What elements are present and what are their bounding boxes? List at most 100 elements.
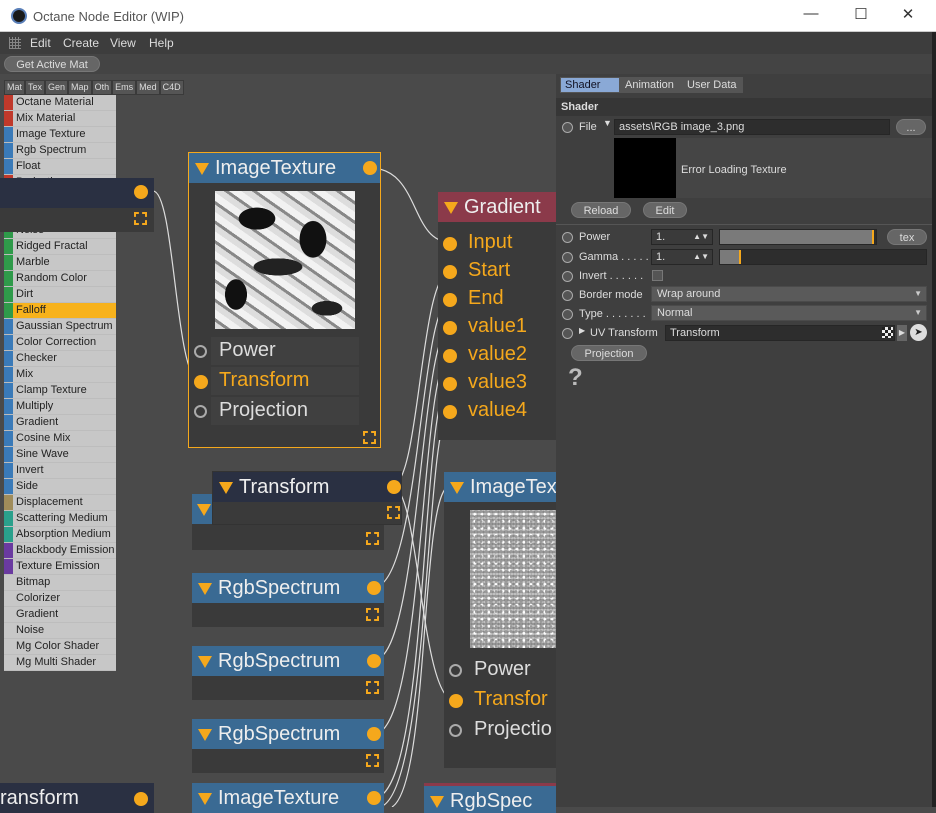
projection-pin[interactable] <box>449 724 462 737</box>
collapse-icon[interactable] <box>198 729 212 741</box>
node-list-item[interactable]: Float <box>4 159 116 175</box>
node-list-item[interactable]: Displacement <box>4 495 116 511</box>
expand-arrow-icon[interactable]: ▶ <box>579 326 585 335</box>
invert-checkbox[interactable] <box>652 270 663 281</box>
node-list-item[interactable]: Octane Material <box>4 95 116 111</box>
transform-pin[interactable] <box>194 375 208 389</box>
tab-gen[interactable]: Gen <box>45 80 69 95</box>
output-pin[interactable] <box>367 581 381 595</box>
collapse-icon[interactable] <box>198 583 212 595</box>
expand-icon[interactable] <box>366 532 379 545</box>
type-radio[interactable] <box>562 309 573 320</box>
rgb-spectrum-node[interactable]: RgbSpectrum <box>192 646 384 700</box>
value1-pin[interactable] <box>443 321 457 335</box>
node-list-item[interactable]: Noise <box>4 623 116 639</box>
collapse-icon[interactable] <box>195 163 209 175</box>
spinner-icon[interactable]: ▲▼ <box>693 250 709 264</box>
node-list-item[interactable]: Ridged Fractal <box>4 239 116 255</box>
transform-node[interactable]: Transform <box>212 471 402 525</box>
uv-transform-field[interactable]: Transform <box>665 325 895 341</box>
get-active-mat-button[interactable]: Get Active Mat <box>4 56 100 72</box>
output-pin[interactable] <box>367 727 381 741</box>
transform-node-left[interactable]: ransform <box>0 783 154 813</box>
power-pin[interactable] <box>194 345 207 358</box>
file-dropdown-icon[interactable]: ▼ <box>603 118 612 128</box>
reload-button[interactable]: Reload <box>571 202 631 218</box>
collapse-icon[interactable] <box>444 202 458 214</box>
power-radio[interactable] <box>562 232 573 243</box>
start-pin[interactable] <box>443 265 457 279</box>
node-list-item[interactable]: Mix Material <box>4 111 116 127</box>
node-list-item[interactable]: Blackbody Emission <box>4 543 116 559</box>
output-pin[interactable] <box>367 654 381 668</box>
file-path-field[interactable]: assets\RGB image_3.png <box>614 119 890 135</box>
node-list-item[interactable]: Rgb Spectrum <box>4 143 116 159</box>
pick-cursor-icon[interactable]: ➤ <box>910 324 927 341</box>
gamma-slider[interactable] <box>719 249 927 265</box>
tab-map[interactable]: Map <box>68 80 92 95</box>
expand-icon[interactable] <box>134 212 147 225</box>
grip-icon[interactable] <box>9 37 21 49</box>
uv-transform-radio[interactable] <box>562 328 573 339</box>
node-list-item[interactable]: Checker <box>4 351 116 367</box>
gamma-radio[interactable] <box>562 252 573 263</box>
node-list-item[interactable]: Random Color <box>4 271 116 287</box>
rgb-spectrum-node[interactable]: RgbSpectrum <box>192 573 384 627</box>
value2-pin[interactable] <box>443 349 457 363</box>
tab-mat[interactable]: Mat <box>4 80 26 95</box>
output-pin[interactable] <box>363 161 377 175</box>
node-list-item[interactable]: Scattering Medium <box>4 511 116 527</box>
gradient-node[interactable]: Gradient Input Start End value1 value2 v… <box>438 192 556 440</box>
node-list-item[interactable]: Gaussian Spectrum <box>4 319 116 335</box>
spinner-icon[interactable]: ▲▼ <box>693 230 709 244</box>
close-icon[interactable]: ✕ <box>893 5 923 23</box>
expand-icon[interactable] <box>387 506 400 519</box>
node-list-item[interactable]: Image Texture <box>4 127 116 143</box>
link-arrow-icon[interactable]: ▶ <box>897 325 907 341</box>
value3-pin[interactable] <box>443 377 457 391</box>
output-pin[interactable] <box>367 791 381 805</box>
collapse-icon[interactable] <box>430 796 444 808</box>
collapse-icon[interactable] <box>450 482 464 494</box>
tex-button[interactable]: tex <box>887 229 927 245</box>
power-pin[interactable] <box>449 664 462 677</box>
image-texture-node[interactable]: ImageTexture Power Transform Projection <box>188 152 381 448</box>
collapse-icon[interactable] <box>198 656 212 668</box>
node-list-item[interactable]: Color Correction <box>4 335 116 351</box>
file-radio[interactable] <box>562 122 573 133</box>
image-texture-node-3[interactable]: ImageTexture <box>192 783 384 813</box>
node-list-item[interactable]: Invert <box>4 463 116 479</box>
browse-button[interactable]: ... <box>896 119 926 135</box>
projection-node[interactable] <box>0 178 154 232</box>
node-list-item[interactable]: Marble <box>4 255 116 271</box>
border-mode-radio[interactable] <box>562 290 573 301</box>
collapse-icon[interactable] <box>197 504 211 516</box>
edit-button[interactable]: Edit <box>643 202 687 218</box>
collapse-icon[interactable] <box>198 793 212 805</box>
expand-icon[interactable] <box>366 754 379 767</box>
node-list-item[interactable]: Sine Wave <box>4 447 116 463</box>
node-list-item[interactable]: Dirt <box>4 287 116 303</box>
node-list-item[interactable]: Falloff <box>4 303 116 319</box>
tab-med[interactable]: Med <box>136 80 160 95</box>
projection-button[interactable]: Projection <box>571 345 647 361</box>
help-icon[interactable]: ? <box>568 364 583 392</box>
gamma-value-field[interactable]: 1. ▲▼ <box>651 249 713 265</box>
expand-icon[interactable] <box>366 681 379 694</box>
tab-oth[interactable]: Oth <box>91 80 113 95</box>
output-pin[interactable] <box>134 185 148 199</box>
node-list-item[interactable]: Mix <box>4 367 116 383</box>
power-slider[interactable] <box>719 229 877 245</box>
value4-pin[interactable] <box>443 405 457 419</box>
end-pin[interactable] <box>443 293 457 307</box>
tab-shader[interactable]: Shader <box>560 77 620 93</box>
output-pin[interactable] <box>387 480 401 494</box>
node-list-item[interactable]: Mg Color Shader <box>4 639 116 655</box>
menu-help[interactable]: Help <box>149 36 174 50</box>
checker-icon[interactable] <box>882 327 893 338</box>
expand-icon[interactable] <box>363 431 376 444</box>
tab-c4d[interactable]: C4D <box>159 80 184 95</box>
node-list-item[interactable]: Mg Multi Shader <box>4 655 116 671</box>
maximize-icon[interactable]: ☐ <box>846 5 876 23</box>
border-mode-select[interactable]: Wrap around <box>651 286 927 302</box>
